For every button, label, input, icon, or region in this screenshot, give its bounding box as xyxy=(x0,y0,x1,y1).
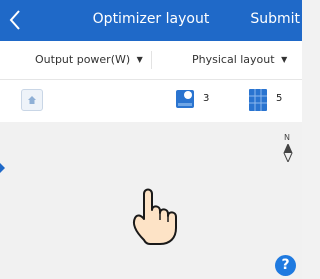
caret-down-icon: ▼ xyxy=(136,55,143,64)
inverter-icon[interactable] xyxy=(175,89,195,113)
layout-canvas[interactable]: N ? xyxy=(0,122,302,279)
home-button[interactable] xyxy=(21,89,43,111)
top-bar: Optimizer layout Submit xyxy=(0,0,302,41)
panel-count: 5 xyxy=(276,93,283,104)
left-marker-icon xyxy=(0,158,5,173)
compass: N xyxy=(280,133,296,163)
filter-divider xyxy=(151,51,152,69)
submit-button[interactable]: Submit xyxy=(250,11,300,27)
help-button[interactable]: ? xyxy=(275,255,296,276)
filter-bar: Output power(W) ▼ Physical layout ▼ xyxy=(0,41,302,80)
inverter-count: 3 xyxy=(203,93,210,104)
output-power-label: Output power(W) xyxy=(35,53,131,66)
output-power-dropdown[interactable]: Output power(W) ▼ xyxy=(35,53,143,66)
caret-down-icon: ▼ xyxy=(281,55,288,64)
tap-hand-icon xyxy=(126,184,182,250)
device-bar: 3 5 xyxy=(0,80,302,122)
home-icon xyxy=(28,96,36,104)
solar-panel-icon[interactable] xyxy=(249,89,267,115)
layout-dropdown[interactable]: Physical layout ▼ xyxy=(192,53,287,66)
compass-icon xyxy=(283,144,293,162)
compass-north-label: N xyxy=(284,133,290,142)
layout-label: Physical layout xyxy=(192,53,275,66)
